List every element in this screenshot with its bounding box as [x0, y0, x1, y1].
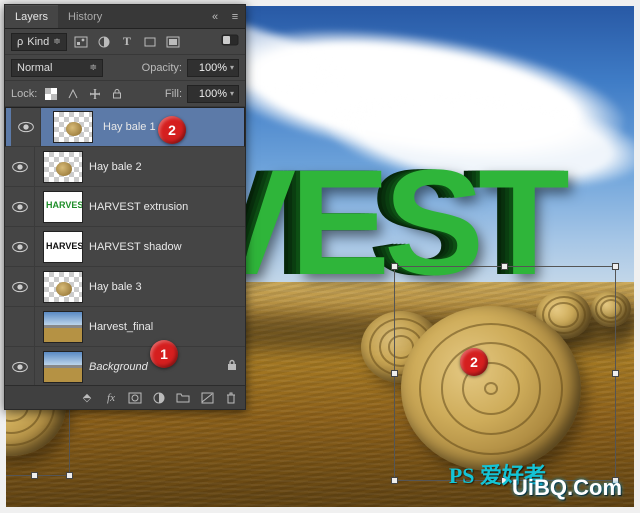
layer-name: Hay bale 3: [89, 281, 142, 293]
panel-tabs: Layers History « ≡: [5, 5, 245, 29]
layer-lock-icon[interactable]: [219, 359, 245, 375]
new-group-icon[interactable]: [175, 390, 191, 406]
lock-row: Lock: Fill: 100%▾: [5, 81, 245, 107]
layer-name: Harvest_final: [89, 321, 153, 333]
blend-mode-value: Normal: [17, 62, 52, 74]
lock-transparent-icon[interactable]: [42, 85, 60, 103]
layer-name: HARVEST extrusion: [89, 201, 188, 213]
layer-visibility-toggle[interactable]: [5, 307, 35, 346]
layers-panel: Layers History « ≡ ρKind≑ T Normal≑ Opac…: [4, 4, 246, 410]
transform-handle[interactable]: [501, 263, 508, 270]
layer-list: Hay bale 1 Hay bale 2 HARVESTHARVEST extru…: [5, 107, 245, 387]
filter-type-icon[interactable]: T: [118, 33, 136, 51]
layer-row[interactable]: Hay bale 3: [5, 267, 245, 307]
layer-fx-icon[interactable]: fx: [103, 390, 119, 406]
layer-visibility-toggle[interactable]: [11, 108, 41, 146]
panel-collapse-icon[interactable]: «: [205, 11, 225, 23]
transform-handle[interactable]: [612, 370, 619, 377]
fill-label: Fill:: [165, 88, 182, 100]
filter-toggle-switch[interactable]: [221, 34, 239, 49]
new-adjustment-icon[interactable]: [151, 390, 167, 406]
filter-row: ρKind≑ T: [5, 29, 245, 55]
layer-visibility-toggle[interactable]: [5, 347, 35, 386]
layers-panel-footer: ⬘ fx: [5, 385, 245, 409]
transform-handle[interactable]: [612, 263, 619, 270]
layer-visibility-toggle[interactable]: [5, 147, 35, 186]
filter-kind-label: Kind: [27, 36, 49, 48]
layer-name: Hay bale 1: [103, 121, 156, 133]
callout-badge-2: 2: [460, 348, 488, 376]
filter-pixel-icon[interactable]: [72, 33, 90, 51]
transform-bounding-box[interactable]: [394, 266, 616, 481]
layer-name: Background: [89, 361, 148, 373]
app-frame: VEST 2 PS 爱好者 UiBQ.Com Layers: [0, 0, 640, 513]
lock-position-icon[interactable]: [86, 85, 104, 103]
opacity-label: Opacity:: [142, 62, 182, 74]
layer-row[interactable]: Harvest_final: [5, 307, 245, 347]
fill-input[interactable]: 100%▾: [187, 85, 239, 103]
new-layer-icon[interactable]: [199, 390, 215, 406]
callout-badge-1: 1: [150, 340, 178, 368]
layer-name: Hay bale 2: [89, 161, 142, 173]
filter-smart-icon[interactable]: [164, 33, 182, 51]
opacity-input[interactable]: 100%▾: [187, 59, 239, 77]
lock-all-icon[interactable]: [108, 85, 126, 103]
layer-row[interactable]: Hay bale 2: [5, 147, 245, 187]
callout-badge-2: 2: [158, 116, 186, 144]
lock-label: Lock:: [11, 88, 37, 100]
layer-row[interactable]: Background: [5, 347, 245, 387]
layer-name: HARVEST shadow: [89, 241, 182, 253]
layer-row[interactable]: Hay bale 1: [5, 107, 245, 147]
layer-visibility-toggle[interactable]: [5, 227, 35, 266]
transform-handle[interactable]: [391, 370, 398, 377]
transform-handle[interactable]: [391, 263, 398, 270]
transform-handle[interactable]: [66, 472, 73, 479]
layer-visibility-toggle[interactable]: [5, 267, 35, 306]
filter-shape-icon[interactable]: [141, 33, 159, 51]
lock-pixels-icon[interactable]: [64, 85, 82, 103]
transform-handle[interactable]: [391, 477, 398, 484]
tab-layers[interactable]: Layers: [5, 5, 58, 28]
add-mask-icon[interactable]: [127, 390, 143, 406]
link-layers-icon[interactable]: ⬘: [79, 390, 95, 406]
watermark: UiBQ.Com: [512, 477, 622, 499]
layer-row[interactable]: HARVESTHARVEST extrusion: [5, 187, 245, 227]
tab-history[interactable]: History: [58, 6, 112, 28]
panel-menu-icon[interactable]: ≡: [225, 11, 245, 23]
filter-kind-select[interactable]: ρKind≑: [11, 33, 67, 51]
layer-row[interactable]: HARVESTHARVEST shadow: [5, 227, 245, 267]
blend-mode-select[interactable]: Normal≑: [11, 59, 103, 77]
blend-row: Normal≑ Opacity: 100%▾: [5, 55, 245, 81]
transform-handle[interactable]: [31, 472, 38, 479]
layer-visibility-toggle[interactable]: [5, 187, 35, 226]
filter-adjustment-icon[interactable]: [95, 33, 113, 51]
delete-layer-icon[interactable]: [223, 390, 239, 406]
